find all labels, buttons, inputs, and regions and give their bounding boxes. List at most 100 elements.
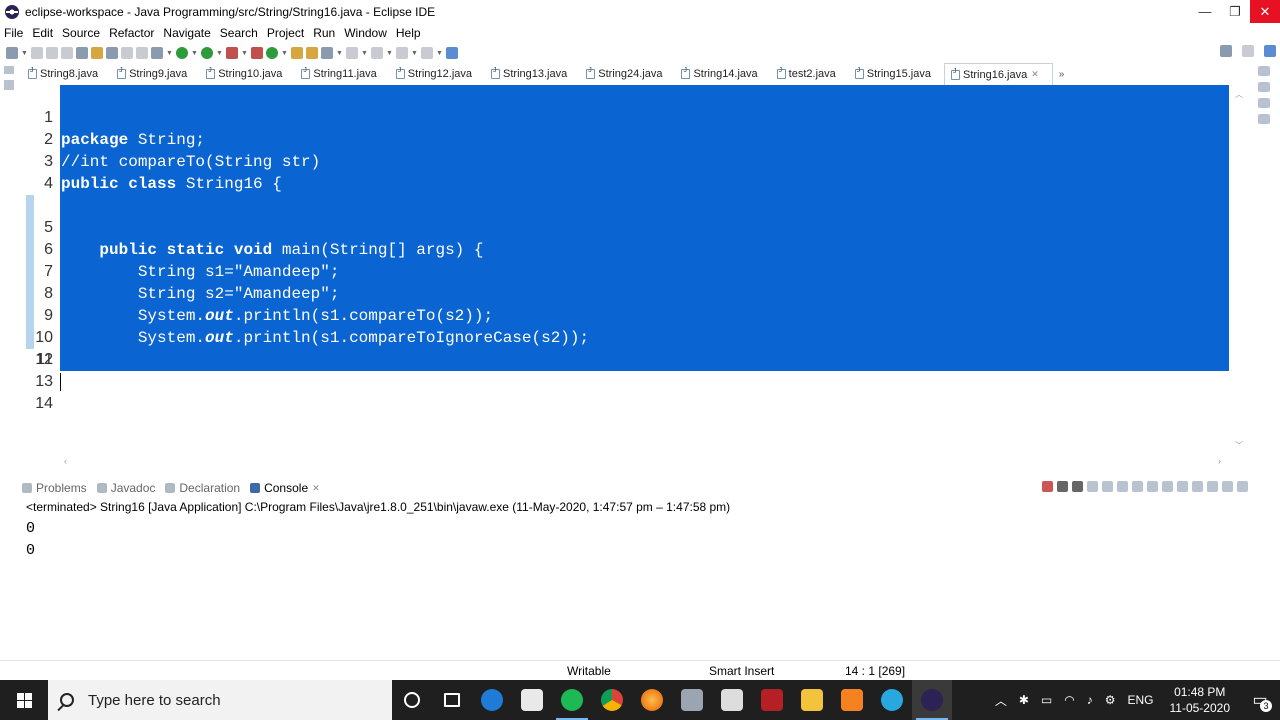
minimize-button[interactable]: — [1190, 0, 1220, 23]
close-tab-icon[interactable]: ✕ [1031, 69, 1039, 80]
show-on-stdout-icon[interactable] [1132, 481, 1143, 492]
remove-all-terminated-icon[interactable] [1072, 481, 1083, 492]
firefox-button[interactable] [632, 680, 672, 720]
taskbar-search-box[interactable]: Type here to search [48, 680, 392, 720]
clear-console-icon[interactable] [1087, 481, 1098, 492]
chevron-down-icon[interactable]: ▼ [191, 50, 198, 57]
pin-editor-icon[interactable] [446, 47, 458, 59]
chevron-down-icon[interactable]: ▼ [386, 50, 393, 57]
tab-string13[interactable]: String13.java [485, 63, 580, 85]
cortana-button[interactable] [392, 680, 432, 720]
snowflake-app-button[interactable] [872, 680, 912, 720]
file-explorer-button[interactable] [792, 680, 832, 720]
menu-search[interactable]: Search [220, 26, 258, 40]
wifi-icon[interactable]: ◠ [1064, 693, 1074, 707]
search-tool-icon[interactable] [321, 47, 333, 59]
restore-view-icon[interactable] [4, 80, 14, 90]
display-console-icon[interactable] [1177, 481, 1188, 492]
chevron-down-icon[interactable]: ▼ [166, 50, 173, 57]
menu-run[interactable]: Run [313, 26, 335, 40]
close-button[interactable]: ✕ [1250, 0, 1280, 23]
remove-launch-icon[interactable] [1057, 481, 1068, 492]
show-on-stderr-icon[interactable] [1147, 481, 1158, 492]
new-java-project-icon[interactable] [251, 47, 263, 59]
save-icon[interactable] [31, 47, 43, 59]
battery-icon[interactable]: ▭ [1041, 693, 1052, 707]
restore-view-icon[interactable] [1258, 66, 1270, 76]
word-wrap-icon[interactable] [1117, 481, 1128, 492]
search-icon[interactable] [1220, 45, 1232, 57]
edge-button[interactable] [472, 680, 512, 720]
start-button[interactable] [0, 680, 48, 720]
next-annotation-icon[interactable] [346, 47, 358, 59]
scroll-lock-icon[interactable] [1102, 481, 1113, 492]
terminal-icon[interactable] [76, 47, 88, 59]
tab-overflow-button[interactable]: » [1059, 63, 1065, 85]
run-icon[interactable] [176, 47, 188, 59]
menu-source[interactable]: Source [62, 26, 100, 40]
mendeley-button[interactable] [752, 680, 792, 720]
chevron-down-icon[interactable]: ▼ [281, 50, 288, 57]
language-indicator[interactable]: ENG [1127, 693, 1153, 707]
menu-refactor[interactable]: Refactor [109, 26, 154, 40]
menu-edit[interactable]: Edit [32, 26, 53, 40]
minimize-view-icon[interactable] [4, 66, 14, 74]
chevron-down-icon[interactable]: ▼ [411, 50, 418, 57]
java-perspective-icon[interactable] [1264, 45, 1276, 57]
action-center-button[interactable]: ▭ 3 [1240, 680, 1280, 720]
tab-javadoc[interactable]: Javadoc [96, 481, 155, 495]
chevron-up-icon[interactable]: ︿ [1235, 89, 1243, 100]
chevron-left-icon[interactable]: ‹ [64, 456, 67, 466]
store-button[interactable] [512, 680, 552, 720]
menu-navigate[interactable]: Navigate [163, 26, 210, 40]
texmaker-button[interactable] [712, 680, 752, 720]
skip-breakpoints-icon[interactable] [91, 47, 103, 59]
minimize-view-icon[interactable] [1222, 481, 1233, 492]
tab-string10[interactable]: String10.java [200, 63, 295, 85]
tab-string14[interactable]: String14.java [675, 63, 770, 85]
chevron-down-icon[interactable]: ▼ [361, 50, 368, 57]
code-editor[interactable]: 1 package String; 2 //int compareTo(Stri… [22, 85, 1246, 455]
print-icon[interactable] [61, 47, 73, 59]
editor-vertical-scrollbar[interactable]: ︿ ﹀ [1232, 85, 1246, 455]
pin-console-icon[interactable] [1162, 481, 1173, 492]
tab-string12[interactable]: String12.java [390, 63, 485, 85]
chevron-right-icon[interactable]: › [1218, 456, 1221, 466]
terminate-icon[interactable] [1042, 481, 1053, 492]
menu-file[interactable]: File [4, 26, 23, 40]
open-perspective-icon[interactable] [1242, 45, 1254, 57]
chevron-down-icon[interactable]: ▼ [436, 50, 443, 57]
new-package-icon[interactable] [266, 47, 278, 59]
debug-icon[interactable] [151, 47, 163, 59]
menu-help[interactable]: Help [396, 26, 421, 40]
view-menu-icon[interactable] [1207, 481, 1218, 492]
chevron-down-icon[interactable]: ▼ [336, 50, 343, 57]
task-view-button[interactable] [432, 680, 472, 720]
tab-string16[interactable]: String16.java✕ [943, 63, 1053, 85]
chevron-down-icon[interactable]: ▼ [241, 50, 248, 57]
tab-test2[interactable]: test2.java [771, 63, 849, 85]
tab-string8[interactable]: String8.java [22, 63, 111, 85]
clock[interactable]: 01:48 PM 11-05-2020 [1170, 684, 1231, 716]
external-tools-icon[interactable] [226, 47, 238, 59]
volume-icon[interactable]: ♪ [1087, 693, 1093, 707]
forward-icon[interactable] [421, 47, 433, 59]
tab-string24[interactable]: String24.java [580, 63, 675, 85]
tab-string9[interactable]: String9.java [111, 63, 200, 85]
open-type-icon[interactable] [291, 47, 303, 59]
back-icon[interactable] [396, 47, 408, 59]
block-selection-icon[interactable] [121, 47, 133, 59]
settings-gear-icon[interactable]: ⚙ [1105, 693, 1116, 707]
menu-project[interactable]: Project [267, 26, 304, 40]
chevron-down-icon[interactable]: ▼ [21, 50, 28, 57]
coverage-icon[interactable] [201, 47, 213, 59]
tab-declaration[interactable]: Declaration [165, 481, 240, 495]
outline-view-icon[interactable] [1258, 82, 1270, 92]
open-task-icon[interactable] [306, 47, 318, 59]
menu-window[interactable]: Window [344, 26, 387, 40]
tab-console[interactable]: Console ✕ [250, 481, 320, 495]
bluetooth-icon[interactable]: ✱ [1019, 693, 1029, 707]
window-view-icon[interactable] [1258, 114, 1270, 124]
chrome-button[interactable] [592, 680, 632, 720]
toggle-mark-occurrences-icon[interactable] [106, 47, 118, 59]
